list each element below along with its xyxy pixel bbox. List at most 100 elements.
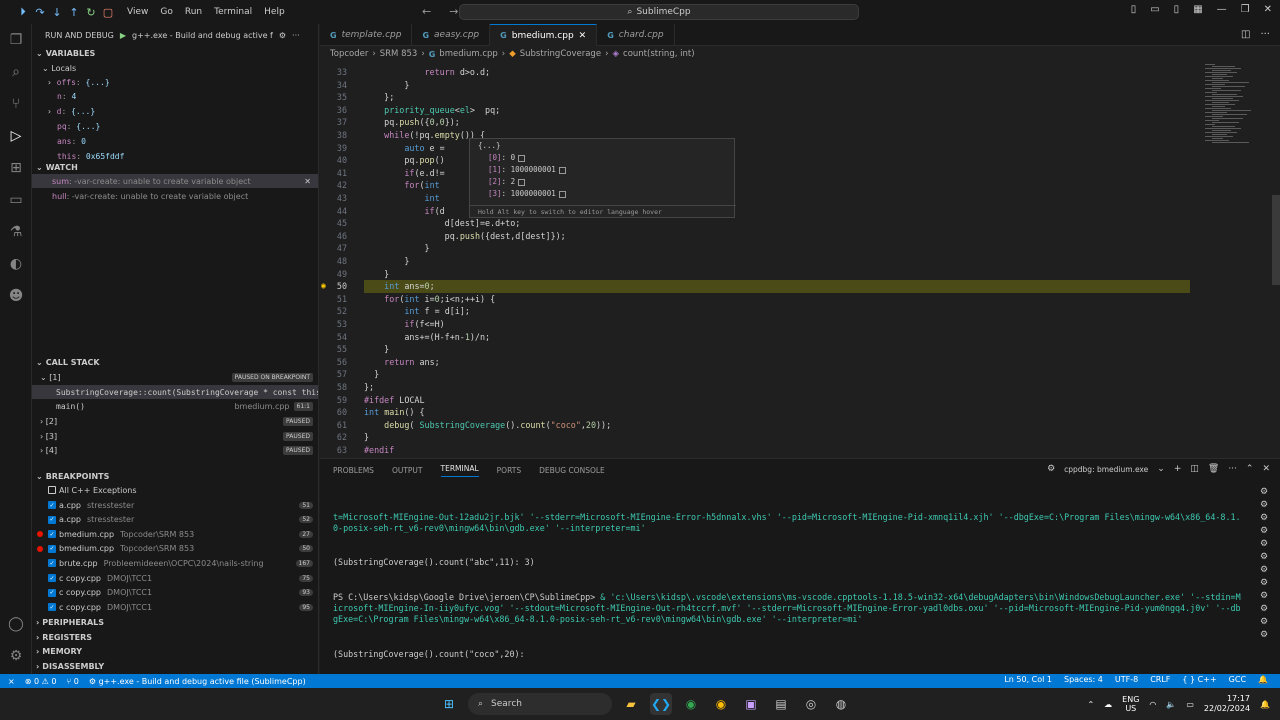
taskbar-search[interactable]: ⌕ Search: [468, 693, 612, 715]
tab-bmedium[interactable]: Gbmedium.cpp ✕: [490, 24, 598, 46]
peripherals-section[interactable]: › PERIPHERALS: [32, 615, 318, 629]
maximize-panel-icon[interactable]: ⌃: [1246, 464, 1254, 474]
split-terminal-icon[interactable]: ◫: [1190, 464, 1199, 474]
terminal-instance-icon[interactable]: ⚙: [1260, 552, 1268, 562]
menu-view[interactable]: View: [127, 7, 148, 17]
more-icon[interactable]: ···: [292, 31, 300, 40]
variable-row[interactable]: › offs: {...}: [32, 75, 318, 89]
step-over-icon[interactable]: ↷: [33, 5, 47, 19]
problems-status[interactable]: ⊗ 0 ⚠ 0: [25, 677, 57, 686]
hover-item[interactable]: [3]: 1000000001: [488, 189, 566, 198]
terminal-instance-icon[interactable]: ⚙: [1260, 630, 1268, 640]
breadcrumb-item[interactable]: Topcoder: [330, 49, 368, 59]
add-terminal-icon[interactable]: +: [1174, 464, 1182, 474]
code-line[interactable]: 35 };: [320, 91, 1280, 104]
checkbox[interactable]: ✓: [48, 588, 56, 597]
code-line[interactable]: 52 int f = d[i];: [320, 305, 1280, 318]
breadcrumb-item[interactable]: SRM 853: [380, 49, 418, 59]
breakpoint-item[interactable]: ✓ c copy.cpp DMOJ\TCC1 95: [32, 600, 318, 614]
code-line[interactable]: 40 pq.pop(): [320, 154, 1280, 167]
trash-icon[interactable]: 🗑: [1208, 464, 1219, 474]
remote-explorer-icon[interactable]: ▭: [6, 190, 26, 210]
notifications-icon[interactable]: 🔔: [1260, 700, 1270, 709]
step-into-icon[interactable]: ↓: [50, 5, 64, 19]
code-line[interactable]: 41 if(e.d!=: [320, 167, 1280, 180]
checkbox[interactable]: ✓: [48, 603, 56, 612]
maximize-icon[interactable]: ❐: [1241, 4, 1250, 15]
code-line[interactable]: 54 ans+=(H-f+n-1)/n;: [320, 331, 1280, 344]
code-line[interactable]: 45 d[dest]=e.d+to;: [320, 217, 1280, 230]
callstack-section[interactable]: ⌄ CALL STACK: [32, 355, 318, 369]
code-line[interactable]: 62}: [320, 431, 1280, 444]
tab-template[interactable]: Gtemplate.cpp: [320, 24, 413, 46]
input-language[interactable]: ENG US: [1122, 695, 1139, 713]
watch-section[interactable]: ⌄ WATCH: [32, 160, 318, 174]
hover-item[interactable]: [2]: 2: [488, 177, 526, 186]
code-line[interactable]: 44 if(d: [320, 205, 1280, 218]
menu-run[interactable]: Run: [185, 7, 202, 17]
gear-icon[interactable]: ⚙: [279, 31, 286, 40]
breadcrumb-item[interactable]: SubstringCoverage: [520, 49, 601, 59]
registers-section[interactable]: › REGISTERS: [32, 630, 318, 644]
scroll-thumb[interactable]: [1272, 195, 1280, 285]
code-line[interactable]: 46 pq.push({dest,d[dest]});: [320, 230, 1280, 243]
expand-value-icon[interactable]: [518, 154, 526, 162]
close-icon[interactable]: ✕: [1262, 464, 1270, 474]
indentation[interactable]: Spaces: 4: [1064, 675, 1103, 684]
code-line[interactable]: 37 pq.push({0,0});: [320, 116, 1280, 129]
terminal-instance-icon[interactable]: ⚙: [1260, 487, 1268, 497]
expand-value-icon[interactable]: [558, 166, 566, 174]
locals-scope[interactable]: ⌄ Locals: [32, 61, 318, 75]
terminal-instance-icon[interactable]: ⚙: [1260, 617, 1268, 627]
breakpoints-section[interactable]: ⌄ BREAKPOINTS: [32, 469, 318, 483]
breadcrumb-item[interactable]: bmedium.cpp: [439, 49, 498, 59]
breakpoint-item[interactable]: ✓ c copy.cpp DMOJ\TCC1 75: [32, 571, 318, 585]
minimize-icon[interactable]: —: [1217, 4, 1227, 15]
code-editor[interactable]: 33 return d>o.d; 34 } 35 }; 36 priority_que…: [320, 62, 1280, 458]
breakpoint-item[interactable]: ✓ a.cpp stresstester 51: [32, 498, 318, 512]
code-line[interactable]: 60 int main() {: [320, 406, 1280, 419]
code-line[interactable]: 48 }: [320, 255, 1280, 268]
debug-status[interactable]: ⚙ g++.exe - Build and debug active file …: [89, 677, 306, 686]
menu-terminal[interactable]: Terminal: [214, 7, 252, 17]
thread-item[interactable]: › [3] PAUSED: [32, 429, 318, 443]
terminal-instance-icon[interactable]: ⚙: [1260, 604, 1268, 614]
line-ending[interactable]: CRLF: [1150, 675, 1170, 684]
cloud-icon[interactable]: ☁: [1104, 700, 1112, 709]
close-icon[interactable]: ✕: [579, 31, 587, 41]
panel-tab-terminal[interactable]: TERMINAL: [440, 464, 479, 477]
code-line[interactable]: 36 priority_queue<el> pq;: [320, 104, 1280, 117]
browser-icon[interactable]: ◍: [830, 693, 852, 715]
wifi-icon[interactable]: ◠: [1149, 700, 1156, 709]
start-debug-icon[interactable]: ▶: [120, 31, 126, 40]
code-line[interactable]: 59 #ifdef LOCAL: [320, 394, 1280, 407]
panel-tab-debug-console[interactable]: DEBUG CONSOLE: [539, 466, 605, 475]
hover-item[interactable]: [1]: 1000000001: [488, 165, 566, 174]
panel-tab-output[interactable]: OUTPUT: [392, 466, 423, 475]
extensions-icon[interactable]: ⊞: [6, 158, 26, 178]
more-icon[interactable]: ···: [1260, 29, 1270, 40]
checkbox[interactable]: ✓: [48, 515, 56, 524]
close-window-icon[interactable]: ✕: [1264, 4, 1272, 15]
cursor-position[interactable]: Ln 50, Col 1: [1004, 675, 1052, 684]
debug-hover[interactable]: {...} [0]: 0 [1]: 1000000001 [2]: 2 [3]:…: [469, 138, 736, 218]
copilot-icon[interactable]: ☻: [6, 286, 26, 306]
expand-value-icon[interactable]: [518, 178, 526, 186]
variable-row[interactable]: ans: 0: [32, 134, 318, 148]
split-editor-icon[interactable]: ◫: [1241, 29, 1250, 40]
minimap[interactable]: [1200, 62, 1270, 152]
more-icon[interactable]: ···: [1228, 464, 1237, 474]
variable-row[interactable]: pq: {...}: [32, 119, 318, 133]
ports-status[interactable]: ⑂ 0: [66, 677, 78, 686]
battery-icon[interactable]: ▭: [1186, 700, 1194, 709]
account-icon[interactable]: ◯: [6, 614, 26, 634]
obs-icon[interactable]: ◎: [800, 693, 822, 715]
command-center[interactable]: ⌕ SublimeCpp: [459, 4, 859, 20]
terminal-instance-icon[interactable]: ⚙: [1260, 578, 1268, 588]
breakpoint-item[interactable]: ✓ brute.cpp Probleemideeen\OCPC\2024\nails…: [32, 556, 318, 570]
thread-item[interactable]: › [2] PAUSED: [32, 414, 318, 428]
layout-secondary-icon[interactable]: ▯: [1174, 4, 1180, 15]
run-debug-icon[interactable]: ▷: [6, 126, 26, 146]
terminal-instance-icon[interactable]: ⚙: [1260, 513, 1268, 523]
close-icon[interactable]: ✕: [304, 177, 311, 186]
